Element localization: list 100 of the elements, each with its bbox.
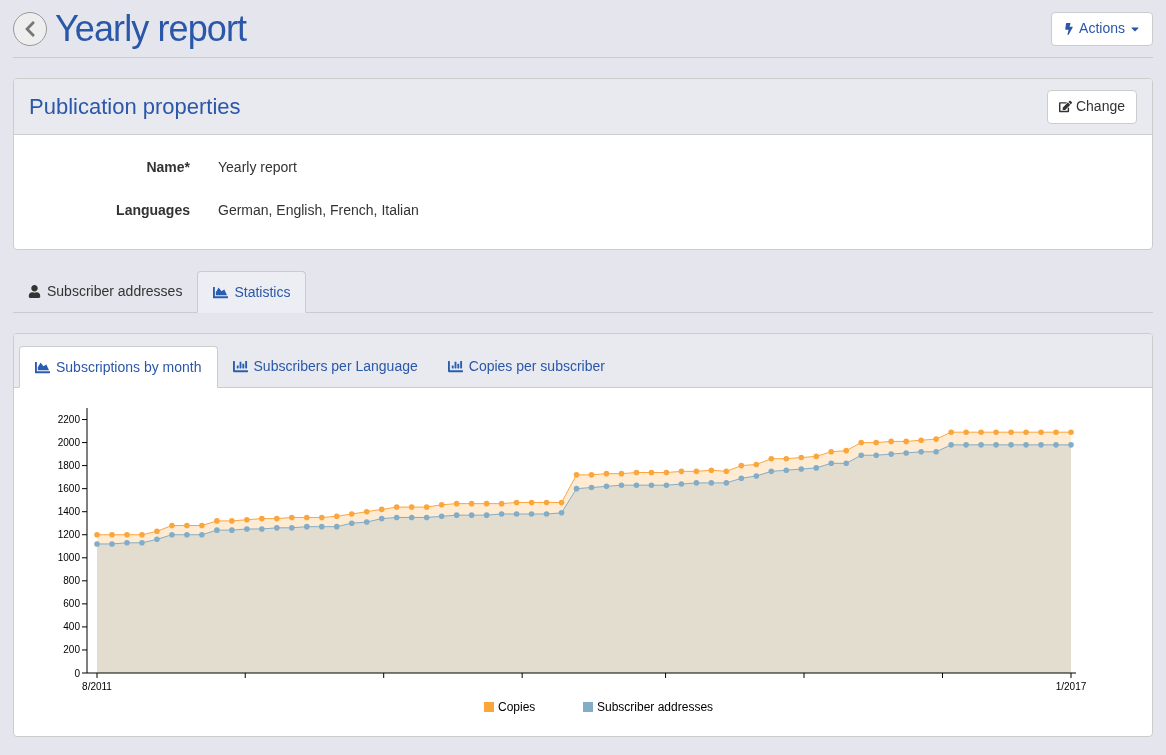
data-point [678, 481, 685, 487]
data-point [169, 522, 175, 529]
tab[interactable]: Subscriber addresses [13, 271, 198, 312]
data-point [139, 540, 145, 546]
field-value: German, English, French, Italian [218, 201, 419, 220]
data-point [1023, 429, 1029, 435]
data-point [483, 512, 490, 518]
data-point [528, 499, 535, 506]
data-point [993, 429, 999, 435]
data-point [348, 511, 355, 517]
data-point [633, 482, 640, 488]
data-point [753, 473, 760, 479]
data-point [199, 522, 205, 529]
data-point [603, 470, 610, 477]
data-point [888, 438, 894, 445]
y-tick-label: 400 [63, 621, 80, 633]
chart-tab[interactable]: Copies per subscriber [432, 346, 620, 387]
data-point [304, 514, 310, 521]
data-point [498, 511, 505, 517]
data-point [588, 472, 595, 478]
data-point [948, 442, 954, 448]
data-point [229, 518, 235, 524]
data-point [618, 470, 625, 477]
data-point [513, 499, 520, 506]
back-button[interactable] [13, 11, 47, 46]
area-chart-icon [35, 359, 50, 375]
data-point [109, 531, 115, 538]
data-point [453, 500, 460, 507]
data-point [289, 525, 295, 531]
data-point [888, 451, 894, 457]
data-point [573, 485, 580, 492]
data-point [423, 514, 430, 521]
data-point [978, 442, 984, 448]
data-point [1023, 442, 1029, 448]
data-point [693, 468, 700, 475]
data-point [1008, 442, 1014, 448]
data-point [603, 483, 610, 490]
data-point [244, 526, 250, 532]
data-point [124, 531, 130, 538]
data-point [783, 455, 790, 462]
data-point [948, 429, 954, 435]
legend-label: Subscriber addresses [597, 700, 714, 714]
data-point [1008, 429, 1014, 435]
x-tick-label: 1/2017 [1055, 681, 1087, 692]
data-point [828, 449, 835, 455]
data-point [783, 467, 790, 473]
data-point [678, 468, 685, 475]
field-label: Languages [115, 201, 190, 220]
data-point [858, 452, 864, 459]
data-point [993, 442, 999, 448]
area-chart-icon [213, 284, 229, 300]
data-point [109, 541, 115, 547]
data-point [169, 531, 175, 538]
data-point [903, 438, 909, 445]
data-point [753, 461, 760, 468]
data-point [813, 465, 820, 471]
data-point [483, 500, 490, 507]
person-icon [28, 285, 41, 298]
actions-button[interactable]: Actions [1051, 11, 1153, 46]
data-point [318, 523, 325, 530]
data-point [708, 480, 715, 486]
data-point [304, 523, 310, 530]
data-point [768, 455, 775, 462]
data-point [289, 514, 295, 521]
panel-title: Publication properties [29, 93, 241, 121]
data-point [124, 540, 130, 546]
data-point [274, 525, 280, 531]
change-button[interactable]: Change [1046, 89, 1137, 124]
data-point [453, 512, 460, 518]
data-point [918, 437, 924, 444]
data-point [1053, 429, 1059, 435]
bar-chart-icon [447, 359, 463, 374]
data-point [333, 523, 340, 530]
edit-icon [1058, 100, 1072, 113]
data-point [274, 515, 280, 522]
data-point [798, 454, 805, 461]
chart-tab[interactable]: Subscribers per Language [217, 346, 433, 387]
data-point [378, 506, 385, 513]
data-point [363, 508, 370, 515]
data-point [393, 504, 400, 510]
data-point [184, 522, 190, 529]
data-point [738, 475, 745, 482]
data-point [543, 499, 550, 506]
data-point [828, 460, 835, 467]
data-point [768, 468, 775, 475]
y-tick-label: 1800 [57, 460, 80, 472]
data-point [618, 482, 625, 488]
chart-tab[interactable]: Subscriptions by month [19, 346, 218, 388]
y-tick-label: 1400 [57, 506, 80, 518]
tab[interactable]: Statistics [197, 271, 307, 313]
data-point [363, 519, 370, 525]
data-point [843, 460, 850, 467]
data-point [184, 531, 190, 538]
legend-swatch [484, 702, 494, 712]
data-point [933, 449, 939, 455]
data-point [1068, 429, 1074, 435]
data-point [633, 469, 640, 476]
legend-label: Copies [498, 700, 536, 714]
data-point [933, 436, 939, 442]
data-point [903, 450, 909, 456]
